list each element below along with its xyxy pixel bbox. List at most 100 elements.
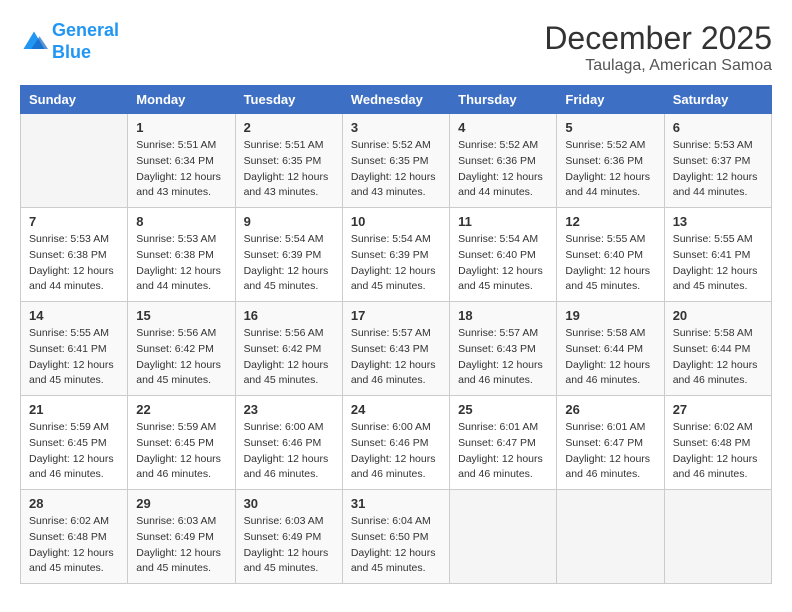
- day-cell: 20 Sunrise: 5:58 AMSunset: 6:44 PMDayligh…: [664, 302, 771, 396]
- day-info: Sunrise: 5:54 AMSunset: 6:39 PMDaylight:…: [351, 232, 441, 295]
- day-info: Sunrise: 5:55 AMSunset: 6:41 PMDaylight:…: [29, 326, 119, 389]
- day-cell: 13 Sunrise: 5:55 AMSunset: 6:41 PMDayligh…: [664, 208, 771, 302]
- day-info: Sunrise: 5:51 AMSunset: 6:34 PMDaylight:…: [136, 138, 226, 201]
- day-cell: 14 Sunrise: 5:55 AMSunset: 6:41 PMDayligh…: [21, 302, 128, 396]
- header-tuesday: Tuesday: [235, 86, 342, 114]
- week-row-4: 21 Sunrise: 5:59 AMSunset: 6:45 PMDayligh…: [21, 396, 772, 490]
- week-row-5: 28 Sunrise: 6:02 AMSunset: 6:48 PMDayligh…: [21, 490, 772, 584]
- day-number: 28: [29, 496, 119, 511]
- day-cell: 15 Sunrise: 5:56 AMSunset: 6:42 PMDayligh…: [128, 302, 235, 396]
- day-number: 2: [244, 120, 334, 135]
- weekday-header-row: Sunday Monday Tuesday Wednesday Thursday…: [21, 86, 772, 114]
- day-number: 21: [29, 402, 119, 417]
- day-number: 8: [136, 214, 226, 229]
- day-number: 16: [244, 308, 334, 323]
- day-number: 20: [673, 308, 763, 323]
- day-info: Sunrise: 6:00 AMSunset: 6:46 PMDaylight:…: [351, 420, 441, 483]
- day-cell: 18Sunrise: 5:57 AMSunset: 6:43 PMDayligh…: [450, 302, 557, 396]
- day-number: 22: [136, 402, 226, 417]
- day-cell: 4 Sunrise: 5:52 AMSunset: 6:36 PMDaylight…: [450, 114, 557, 208]
- day-cell: 25 Sunrise: 6:01 AMSunset: 6:47 PMDayligh…: [450, 396, 557, 490]
- day-number: 15: [136, 308, 226, 323]
- day-cell: [664, 490, 771, 584]
- day-cell: 2 Sunrise: 5:51 AMSunset: 6:35 PMDaylight…: [235, 114, 342, 208]
- day-number: 17: [351, 308, 441, 323]
- day-info: Sunrise: 5:52 AMSunset: 6:36 PMDaylight:…: [565, 138, 655, 201]
- logo-icon: [20, 28, 48, 56]
- day-cell: [557, 490, 664, 584]
- day-cell: 17 Sunrise: 5:57 AMSunset: 6:43 PMDayligh…: [342, 302, 449, 396]
- day-cell: 5 Sunrise: 5:52 AMSunset: 6:36 PMDaylight…: [557, 114, 664, 208]
- day-info: Sunrise: 6:03 AMSunset: 6:49 PMDaylight:…: [136, 514, 226, 577]
- day-number: 7: [29, 214, 119, 229]
- header-monday: Monday: [128, 86, 235, 114]
- day-number: 23: [244, 402, 334, 417]
- day-info: Sunrise: 5:55 AMSunset: 6:40 PMDaylight:…: [565, 232, 655, 295]
- day-number: 1: [136, 120, 226, 135]
- day-cell: [450, 490, 557, 584]
- day-cell: 16Sunrise: 5:56 AMSunset: 6:42 PMDayligh…: [235, 302, 342, 396]
- day-number: 30: [244, 496, 334, 511]
- day-cell: 1 Sunrise: 5:51 AMSunset: 6:34 PMDaylight…: [128, 114, 235, 208]
- day-info: Sunrise: 5:56 AMSunset: 6:42 PMDaylight:…: [136, 326, 226, 389]
- week-row-2: 7 Sunrise: 5:53 AMSunset: 6:38 PMDaylight…: [21, 208, 772, 302]
- day-cell: 6Sunrise: 5:53 AMSunset: 6:37 PMDaylight…: [664, 114, 771, 208]
- header-friday: Friday: [557, 86, 664, 114]
- day-info: Sunrise: 5:59 AMSunset: 6:45 PMDaylight:…: [29, 420, 119, 483]
- day-info: Sunrise: 5:58 AMSunset: 6:44 PMDaylight:…: [673, 326, 763, 389]
- calendar-table: Sunday Monday Tuesday Wednesday Thursday…: [20, 85, 772, 584]
- day-cell: 10 Sunrise: 5:54 AMSunset: 6:39 PMDayligh…: [342, 208, 449, 302]
- day-info: Sunrise: 5:57 AMSunset: 6:43 PMDaylight:…: [351, 326, 441, 389]
- day-number: 26: [565, 402, 655, 417]
- header-saturday: Saturday: [664, 86, 771, 114]
- day-number: 25: [458, 402, 548, 417]
- title-section: December 2025 Taulaga, American Samoa: [544, 20, 772, 75]
- day-info: Sunrise: 5:51 AMSunset: 6:35 PMDaylight:…: [244, 138, 334, 201]
- month-title: December 2025: [544, 20, 772, 57]
- day-number: 4: [458, 120, 548, 135]
- day-info: Sunrise: 5:52 AMSunset: 6:36 PMDaylight:…: [458, 138, 548, 201]
- header-wednesday: Wednesday: [342, 86, 449, 114]
- day-info: Sunrise: 5:54 AMSunset: 6:40 PMDaylight:…: [458, 232, 548, 295]
- day-number: 13: [673, 214, 763, 229]
- day-number: 19: [565, 308, 655, 323]
- day-number: 3: [351, 120, 441, 135]
- day-cell: 24Sunrise: 6:00 AMSunset: 6:46 PMDayligh…: [342, 396, 449, 490]
- day-cell: 31Sunrise: 6:04 AMSunset: 6:50 PMDayligh…: [342, 490, 449, 584]
- day-info: Sunrise: 5:58 AMSunset: 6:44 PMDaylight:…: [565, 326, 655, 389]
- day-number: 14: [29, 308, 119, 323]
- day-cell: 3 Sunrise: 5:52 AMSunset: 6:35 PMDaylight…: [342, 114, 449, 208]
- day-cell: 8 Sunrise: 5:53 AMSunset: 6:38 PMDaylight…: [128, 208, 235, 302]
- day-info: Sunrise: 5:57 AMSunset: 6:43 PMDaylight:…: [458, 326, 548, 389]
- day-number: 29: [136, 496, 226, 511]
- day-number: 5: [565, 120, 655, 135]
- day-number: 6: [673, 120, 763, 135]
- day-cell: 27Sunrise: 6:02 AMSunset: 6:48 PMDayligh…: [664, 396, 771, 490]
- day-info: Sunrise: 6:02 AMSunset: 6:48 PMDaylight:…: [29, 514, 119, 577]
- day-cell: 29 Sunrise: 6:03 AMSunset: 6:49 PMDayligh…: [128, 490, 235, 584]
- week-row-1: 1 Sunrise: 5:51 AMSunset: 6:34 PMDaylight…: [21, 114, 772, 208]
- day-info: Sunrise: 5:53 AMSunset: 6:38 PMDaylight:…: [136, 232, 226, 295]
- page-header: GeneralBlue December 2025 Taulaga, Ameri…: [20, 20, 772, 75]
- day-info: Sunrise: 5:54 AMSunset: 6:39 PMDaylight:…: [244, 232, 334, 295]
- day-info: Sunrise: 5:55 AMSunset: 6:41 PMDaylight:…: [673, 232, 763, 295]
- day-info: Sunrise: 5:52 AMSunset: 6:35 PMDaylight:…: [351, 138, 441, 201]
- day-number: 10: [351, 214, 441, 229]
- day-cell: 23Sunrise: 6:00 AMSunset: 6:46 PMDayligh…: [235, 396, 342, 490]
- day-info: Sunrise: 6:02 AMSunset: 6:48 PMDaylight:…: [673, 420, 763, 483]
- location-subtitle: Taulaga, American Samoa: [544, 57, 772, 75]
- day-info: Sunrise: 6:03 AMSunset: 6:49 PMDaylight:…: [244, 514, 334, 577]
- header-thursday: Thursday: [450, 86, 557, 114]
- day-cell: 12 Sunrise: 5:55 AMSunset: 6:40 PMDayligh…: [557, 208, 664, 302]
- day-cell: 9Sunrise: 5:54 AMSunset: 6:39 PMDaylight…: [235, 208, 342, 302]
- day-cell: 21 Sunrise: 5:59 AMSunset: 6:45 PMDayligh…: [21, 396, 128, 490]
- day-cell: 26Sunrise: 6:01 AMSunset: 6:47 PMDayligh…: [557, 396, 664, 490]
- day-cell: 7Sunrise: 5:53 AMSunset: 6:38 PMDaylight…: [21, 208, 128, 302]
- day-info: Sunrise: 6:04 AMSunset: 6:50 PMDaylight:…: [351, 514, 441, 577]
- calendar-body: 1 Sunrise: 5:51 AMSunset: 6:34 PMDaylight…: [21, 114, 772, 584]
- day-number: 12: [565, 214, 655, 229]
- day-cell: 28 Sunrise: 6:02 AMSunset: 6:48 PMDayligh…: [21, 490, 128, 584]
- day-number: 11: [458, 214, 548, 229]
- calendar-header: Sunday Monday Tuesday Wednesday Thursday…: [21, 86, 772, 114]
- day-info: Sunrise: 6:01 AMSunset: 6:47 PMDaylight:…: [458, 420, 548, 483]
